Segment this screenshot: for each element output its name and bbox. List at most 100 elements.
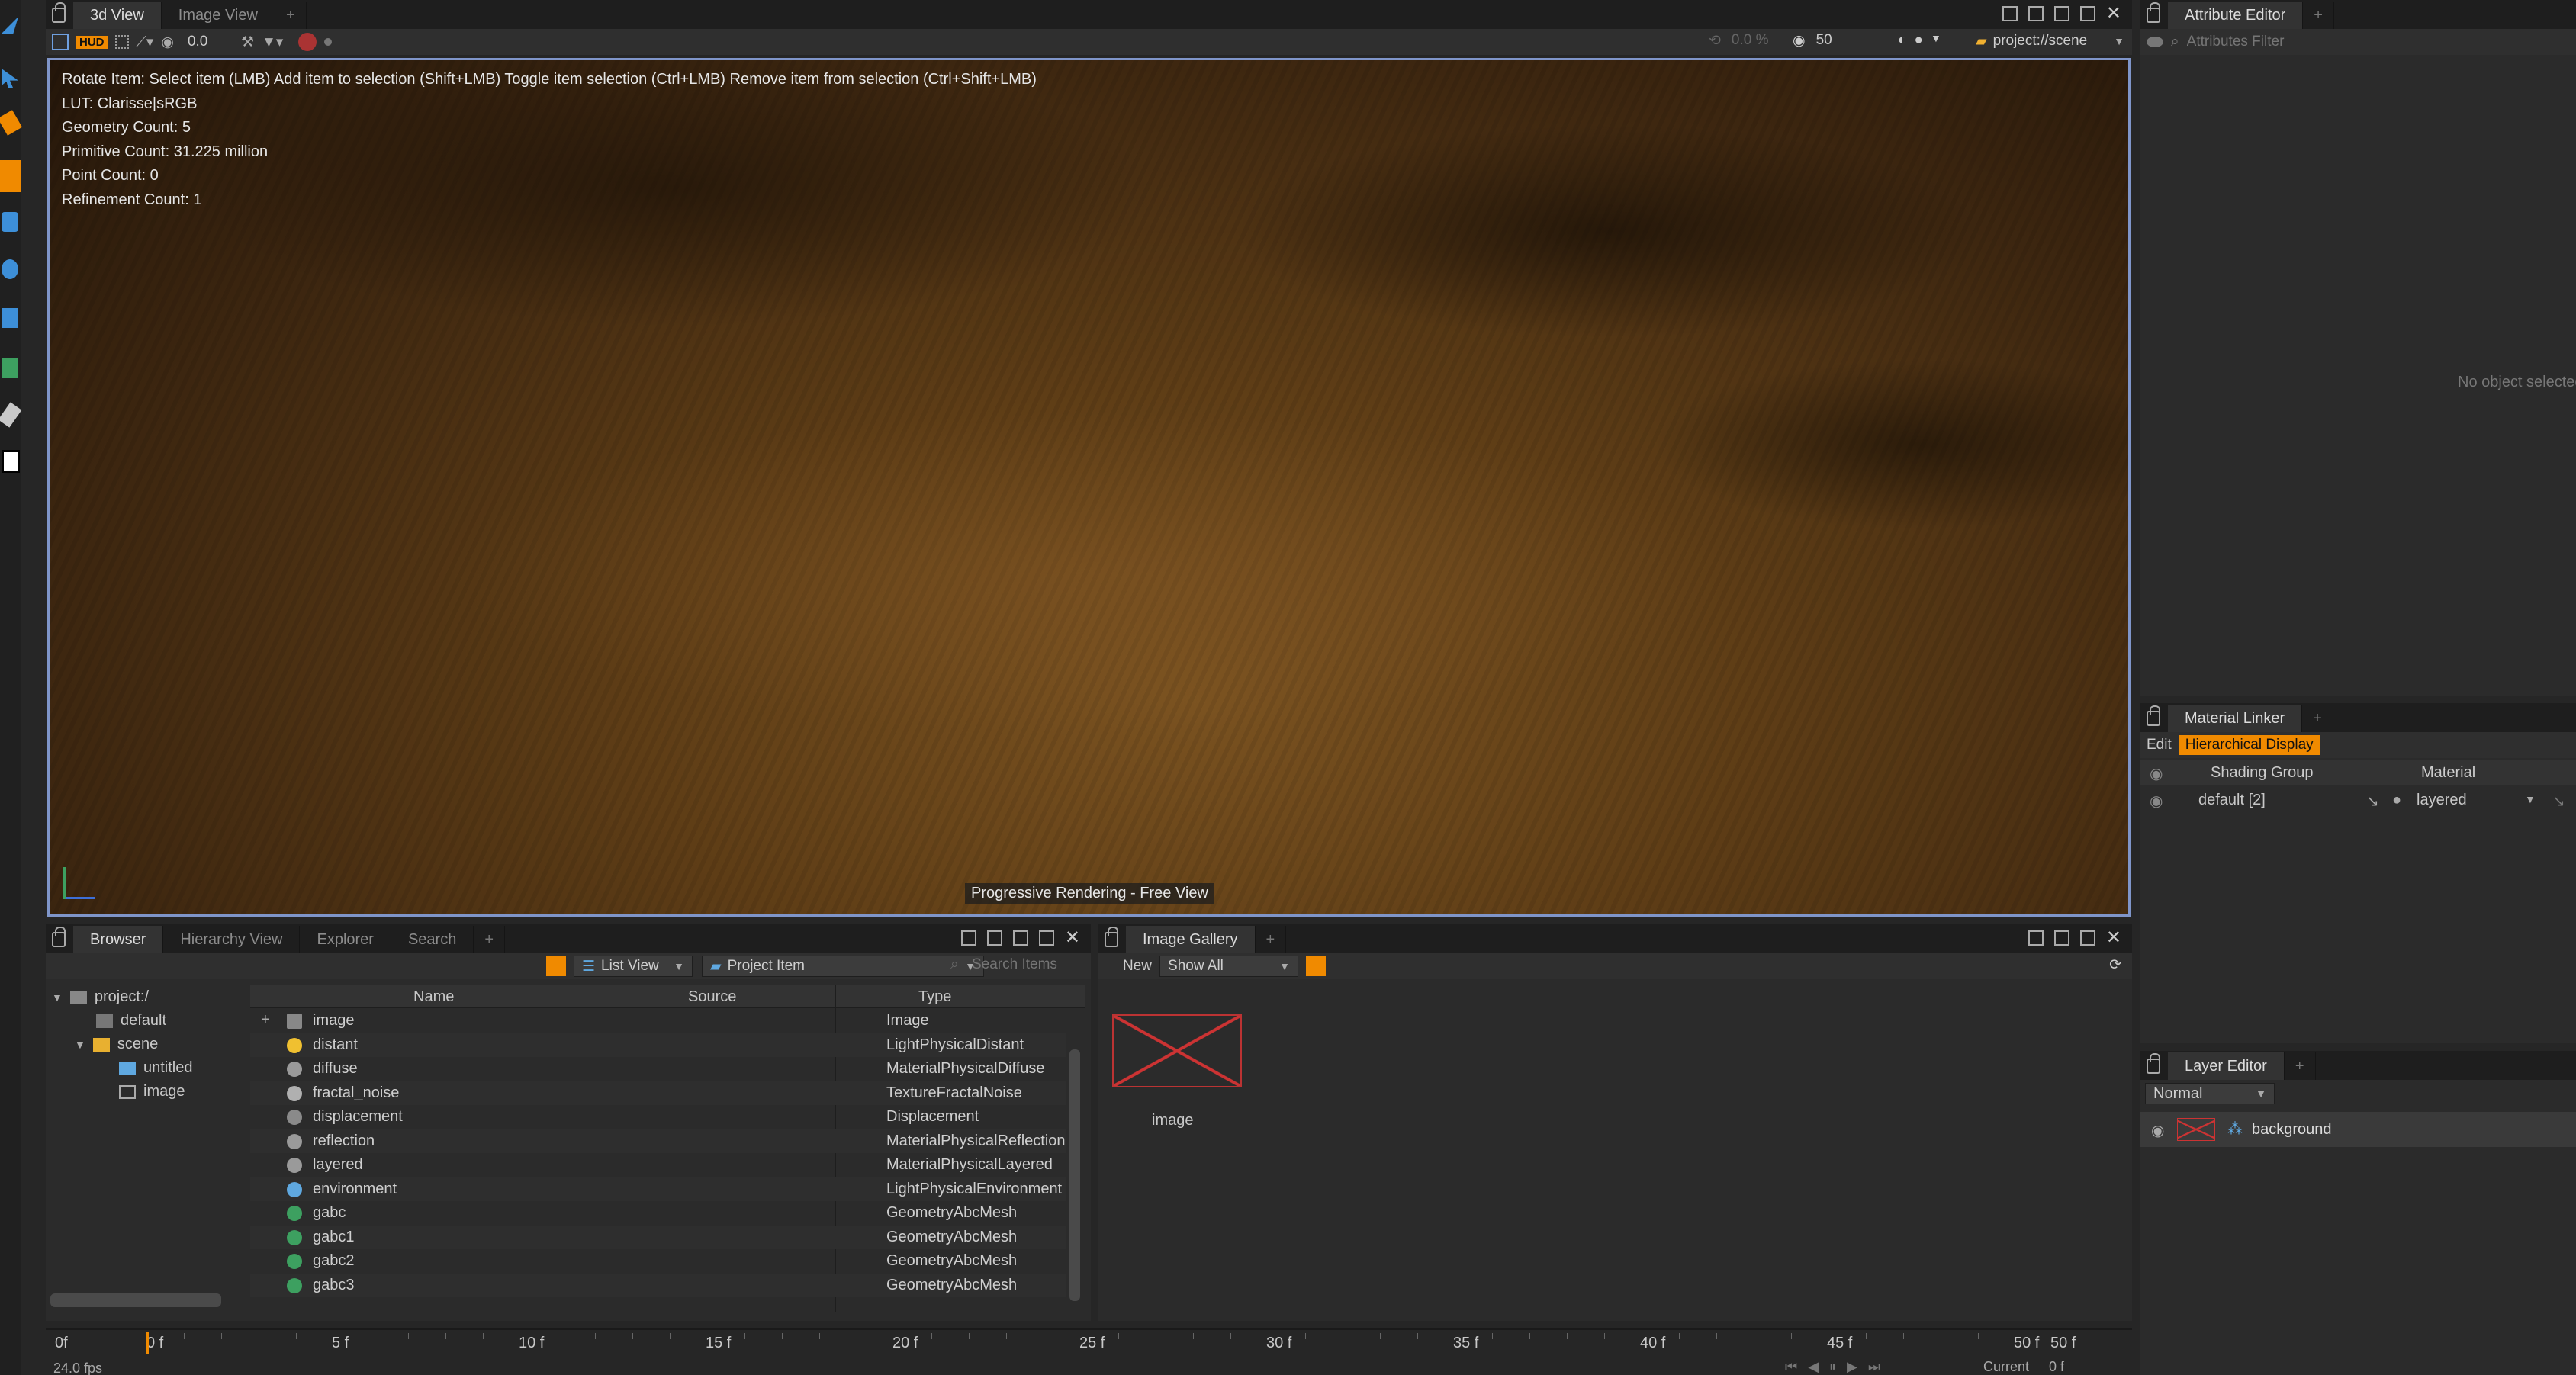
item-filter-select[interactable]: ▰ Project Item ▼ xyxy=(702,956,984,977)
transform-tool-icon[interactable] xyxy=(0,160,21,192)
tree-item-scene[interactable]: ▼ scene xyxy=(75,1033,158,1056)
view-mode-select[interactable]: ☰ List View ▼ xyxy=(574,956,693,977)
tab-layer-editor[interactable]: Layer Editor xyxy=(2168,1052,2285,1080)
refresh-icon[interactable]: ⟳ xyxy=(2109,956,2121,974)
column-header[interactable]: Material xyxy=(2421,764,2475,782)
maximize-icon[interactable] xyxy=(1038,930,1054,946)
column-header-type[interactable]: Type xyxy=(918,988,951,1006)
eye-icon[interactable]: ◉ xyxy=(2151,1121,2164,1140)
current-frame-value[interactable]: 0 f xyxy=(2049,1359,2064,1375)
list-item[interactable]: fractal_noise TextureFractalNoise xyxy=(250,1081,1066,1105)
lock-icon[interactable] xyxy=(1105,927,1118,947)
timeline[interactable]: 0f 0 f 5 f 10 f 15 f 20 f 25 f 30 f 35 f 40 f 45 f… xyxy=(46,1328,2132,1359)
add-tab-button[interactable]: + xyxy=(2302,705,2333,732)
record-icon[interactable] xyxy=(298,33,317,51)
list-item[interactable]: gabc1 GeometryAbcMesh xyxy=(250,1225,1066,1249)
layout-icon[interactable] xyxy=(2028,930,2044,946)
gallery-filter-select[interactable]: Show All ▼ xyxy=(1159,956,1299,977)
list-scrollbar[interactable] xyxy=(1069,1049,1080,1301)
lock-icon[interactable] xyxy=(52,2,66,23)
layout-icon[interactable] xyxy=(960,930,976,946)
lock-icon[interactable] xyxy=(2147,2,2160,23)
tab-hierarchy-view[interactable]: Hierarchy View xyxy=(163,926,301,953)
add-tab-button[interactable]: + xyxy=(2303,2,2334,29)
add-tab-button[interactable]: + xyxy=(474,926,506,953)
column-header[interactable]: Shading Group xyxy=(2211,764,2314,782)
new-image-button[interactable]: New xyxy=(1123,958,1152,975)
hud-toggle[interactable]: HUD xyxy=(76,35,108,49)
rotate-tool-icon[interactable] xyxy=(2,259,18,279)
list-item[interactable]: image Image xyxy=(250,1009,1066,1033)
tree-scrollbar[interactable] xyxy=(50,1293,221,1307)
layout-icon[interactable] xyxy=(2002,6,2018,21)
tree-item-default[interactable]: default xyxy=(96,1009,166,1033)
color-swatch-icon[interactable] xyxy=(2,450,20,473)
list-item[interactable]: gabc2 GeometryAbcMesh xyxy=(250,1249,1066,1274)
add-tab-button[interactable]: + xyxy=(1256,926,1287,953)
material-link-row[interactable]: ◉ default [2] ↘ ● layered ▼ ↘ xyxy=(2140,787,2576,813)
filter-icon[interactable]: ▼▾ xyxy=(262,34,283,51)
chevron-down-icon[interactable]: ▼ xyxy=(2525,793,2536,805)
sphere-icon[interactable]: ● xyxy=(1914,32,1922,49)
lock-icon[interactable] xyxy=(52,927,66,947)
layout-icon[interactable] xyxy=(2053,930,2069,946)
material-name[interactable]: layered xyxy=(2417,792,2467,809)
first-frame-icon[interactable]: ⏮ xyxy=(1785,1359,1797,1375)
eye-icon[interactable] xyxy=(2147,37,2163,47)
lock-icon[interactable] xyxy=(2147,1053,2160,1074)
tab-attribute-editor[interactable]: Attribute Editor xyxy=(2168,2,2304,29)
pause-icon[interactable]: ⏸ xyxy=(1829,1359,1836,1375)
tree-item-image[interactable]: image xyxy=(119,1080,185,1104)
layer-row[interactable]: ◉ ⁂ background xyxy=(2140,1112,2576,1147)
tree-item-untitled[interactable]: untitled xyxy=(119,1056,193,1080)
dot-icon[interactable] xyxy=(324,38,333,46)
list-item[interactable]: layered MaterialPhysicalLayered xyxy=(250,1153,1066,1177)
cursor-tool-icon[interactable] xyxy=(2,69,18,88)
image-thumbnail[interactable] xyxy=(1112,1014,1242,1087)
prev-frame-icon[interactable]: ◀ xyxy=(1808,1359,1819,1375)
tools-icon[interactable]: ⚒ xyxy=(241,34,254,51)
tab-image-view[interactable]: Image View xyxy=(162,2,275,29)
lock-icon[interactable] xyxy=(2147,705,2160,726)
camera-tool-icon[interactable] xyxy=(2,358,18,378)
gallery-view-toggle-icon[interactable] xyxy=(1306,956,1327,976)
link-icon[interactable]: ↘ xyxy=(2366,792,2379,811)
scale-tool-icon[interactable] xyxy=(2,308,18,328)
maximize-icon[interactable] xyxy=(2079,930,2095,946)
timeline-playhead[interactable] xyxy=(146,1332,149,1354)
list-item[interactable]: displacement Displacement xyxy=(250,1105,1066,1129)
column-header-source[interactable]: Source xyxy=(688,988,736,1006)
hierarchical-display-toggle[interactable]: Hierarchical Display xyxy=(2179,735,2320,755)
list-item[interactable]: distant LightPhysicalDistant xyxy=(250,1033,1066,1057)
viewport-canvas[interactable]: Rotate Item: Select item (LMB) Add item … xyxy=(47,58,2131,917)
tab-material-linker[interactable]: Material Linker xyxy=(2168,705,2303,732)
context-selector[interactable]: ▰ project://scene ▼ xyxy=(1968,31,2132,52)
camera-icon[interactable] xyxy=(52,34,69,50)
link-icon[interactable]: ↘ xyxy=(2552,792,2565,811)
column-header-name[interactable]: Name xyxy=(413,988,454,1006)
camera-switch-icon[interactable]: ◐ xyxy=(1898,32,1906,49)
select-tool-icon[interactable] xyxy=(2,17,18,34)
tab-image-gallery[interactable]: Image Gallery xyxy=(1126,926,1256,953)
list-item[interactable]: diffuse MaterialPhysicalDiffuse xyxy=(250,1057,1066,1081)
next-frame-icon[interactable]: ⏭ xyxy=(1868,1359,1880,1375)
layout-icon[interactable] xyxy=(1012,930,1028,946)
play-icon[interactable]: ▶ xyxy=(1847,1359,1857,1375)
list-item[interactable]: reflection MaterialPhysicalReflection xyxy=(250,1129,1066,1153)
filter-toggle-icon[interactable] xyxy=(546,956,566,976)
add-tab-button[interactable]: + xyxy=(275,2,307,29)
close-icon[interactable]: ✕ xyxy=(1065,929,1080,947)
tab-search[interactable]: Search xyxy=(391,926,474,953)
list-item[interactable]: gabc GeometryAbcMesh xyxy=(250,1201,1066,1226)
search-items-input[interactable] xyxy=(972,956,1079,973)
list-item[interactable]: gabc3 GeometryAbcMesh xyxy=(250,1273,1066,1297)
pen-tool-icon[interactable] xyxy=(0,402,22,428)
tab-explorer[interactable]: Explorer xyxy=(300,926,391,953)
add-tab-button[interactable]: + xyxy=(2285,1052,2316,1080)
maximize-icon[interactable] xyxy=(2079,6,2095,21)
layout-icon[interactable] xyxy=(2028,6,2044,21)
list-item[interactable]: environment LightPhysicalEnvironment xyxy=(250,1177,1066,1201)
blend-mode-select[interactable]: Normal ▼ xyxy=(2145,1083,2275,1104)
sync-icon[interactable]: ⟲ xyxy=(1709,32,1721,50)
layout-icon[interactable] xyxy=(986,930,1002,946)
